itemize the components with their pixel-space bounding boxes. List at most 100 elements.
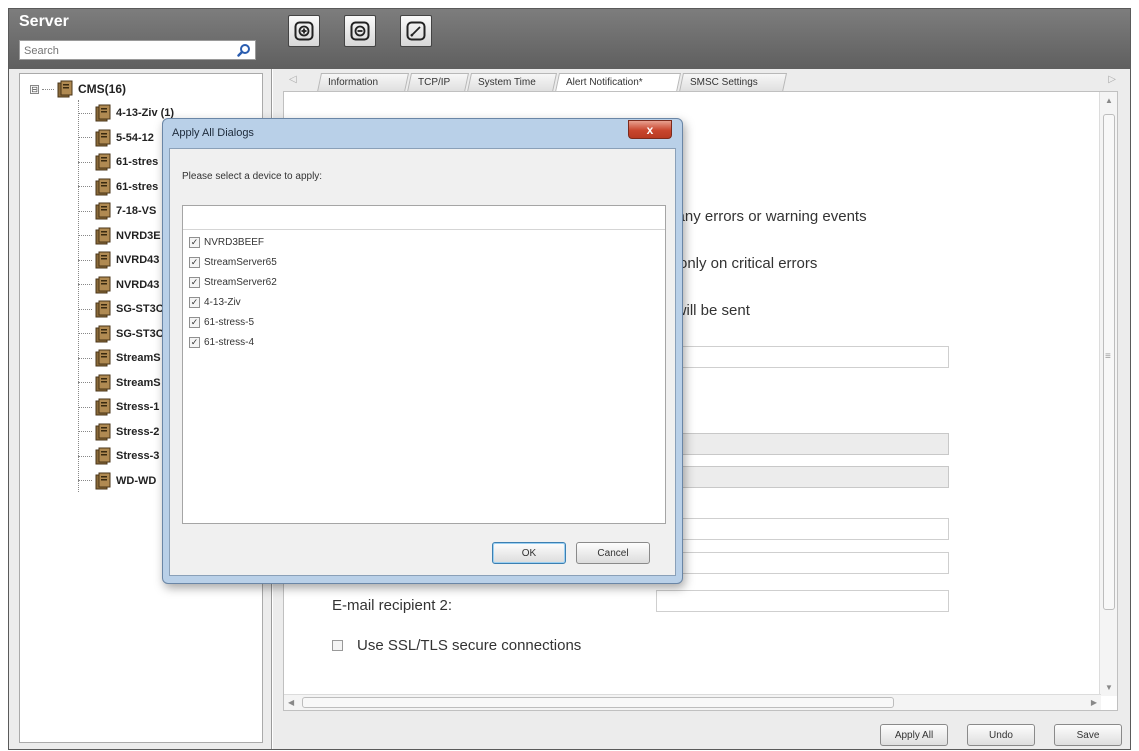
tree-item-label: SG-ST3C <box>116 327 164 340</box>
ssl-checkbox[interactable] <box>332 640 343 651</box>
tree-item-label: 5-54-12 <box>116 131 154 144</box>
server-device-icon <box>95 251 111 269</box>
device-checkbox[interactable]: ✓ <box>189 296 200 308</box>
server-device-icon <box>95 202 111 220</box>
tree-item-device[interactable]: Stress-1 <box>78 396 159 418</box>
apply-all-dialog: Apply All Dialogs x Please select a devi… <box>162 118 683 584</box>
tree-connector <box>78 431 92 432</box>
tree-item-device[interactable]: 61-stres <box>78 176 158 198</box>
dialog-body: Please select a device to apply: ✓ NVRD3B… <box>169 148 676 576</box>
device-list-item[interactable]: ✓ 4-13-Ziv <box>189 292 241 312</box>
smtp-username-field[interactable] <box>656 433 949 455</box>
server-device-icon <box>95 398 111 416</box>
cancel-button[interactable]: Cancel <box>576 542 650 564</box>
tree-item-label: 7-18-VS <box>116 205 157 217</box>
main-toolbar <box>272 9 1130 69</box>
tree-item-device[interactable]: NVRD43 <box>78 249 159 271</box>
tree-item-device[interactable]: WD-WD <box>78 470 156 492</box>
tree-item-device[interactable]: NVRD43 <box>78 274 159 296</box>
device-list-item[interactable]: ✓ NVRD3BEEF <box>189 232 264 252</box>
tree-item-device[interactable]: NVRD3E <box>78 225 161 247</box>
edit-device-button[interactable] <box>400 15 432 47</box>
dialog-close-button[interactable]: x <box>628 120 672 139</box>
apply-all-button[interactable]: Apply All <box>880 724 948 746</box>
device-select-list[interactable]: ✓ NVRD3BEEF ✓ StreamServer65 ✓ StreamServer62… <box>182 205 666 524</box>
tree-item-label: Stress-3 <box>116 450 160 462</box>
tree-connector <box>78 235 92 236</box>
server-device-icon <box>95 153 111 171</box>
email-recipient-1-field[interactable] <box>656 552 949 574</box>
server-device-icon <box>95 374 111 391</box>
device-list-header <box>183 206 665 230</box>
tab-alert-notification[interactable]: Alert Notification* <box>554 73 682 92</box>
tab-smsc-settings[interactable]: SMSC Settings <box>678 73 788 92</box>
scroll-down-icon[interactable]: ▼ <box>1105 683 1113 692</box>
device-checkbox[interactable]: ✓ <box>189 276 200 288</box>
tree-expander-icon[interactable]: ⊟ <box>30 84 39 94</box>
tree-connector <box>78 308 92 310</box>
tab-scroll-left-icon[interactable]: ◁ <box>289 74 297 85</box>
alert-option-critical-errors: ls only on critical errors <box>664 255 818 272</box>
device-name: 61-stress-5 <box>204 316 255 328</box>
device-list-item[interactable]: ✓ StreamServer65 <box>189 252 277 272</box>
horizontal-scrollbar[interactable]: ◀ ▶ <box>284 694 1101 710</box>
email-recipient-2-field[interactable] <box>656 590 949 612</box>
server-device-icon <box>95 300 111 318</box>
tree-item-device[interactable]: 5-54-12 <box>78 127 154 149</box>
device-name: 61-stress-4 <box>204 336 255 348</box>
tree-item-device[interactable]: StreamS <box>78 347 161 369</box>
tree-connector <box>78 406 92 408</box>
sender-email-field[interactable] <box>656 518 949 540</box>
tree-item-device[interactable]: SG-ST3C <box>78 298 164 320</box>
tree-item-label: NVRD43 <box>116 278 160 291</box>
ok-button[interactable]: OK <box>492 542 566 564</box>
tree-item-device[interactable]: 4-13-Ziv (1) <box>78 102 174 124</box>
tree-item-device[interactable]: 7-18-VS <box>78 200 156 222</box>
tree-item-label: 4-13-Ziv (1) <box>116 107 175 119</box>
tab-information[interactable]: Information <box>316 73 410 92</box>
tree-item-device[interactable]: 61-stres <box>78 151 158 173</box>
device-checkbox[interactable]: ✓ <box>189 336 200 348</box>
device-list-item[interactable]: ✓ StreamServer62 <box>189 272 277 292</box>
tree-item-device[interactable]: Stress-2 <box>78 421 159 443</box>
scroll-grip-icon: ≡ <box>1105 351 1111 362</box>
device-checkbox[interactable]: ✓ <box>189 256 200 268</box>
device-list-item[interactable]: ✓ 61-stress-4 <box>189 332 254 352</box>
tree-root-cms[interactable]: ⊟ CMS(16) <box>30 79 126 99</box>
undo-button[interactable]: Undo <box>967 724 1035 746</box>
tree-item-label: WD-WD <box>116 474 157 487</box>
tab-scroll-right-icon[interactable]: ▷ <box>1108 74 1116 85</box>
add-device-button[interactable] <box>288 15 320 47</box>
tree-item-device[interactable]: Stress-3 <box>78 445 159 467</box>
horizontal-scroll-thumb[interactable] <box>302 697 894 708</box>
device-checkbox[interactable]: ✓ <box>189 316 200 328</box>
tree-connector <box>78 455 92 457</box>
scroll-right-icon[interactable]: ▶ <box>1091 698 1097 707</box>
smtp-password-field[interactable] <box>656 466 949 488</box>
dialog-prompt: Please select a device to apply: <box>182 171 323 182</box>
search-icon[interactable] <box>237 43 251 57</box>
tree-connector <box>78 137 92 138</box>
search-input[interactable] <box>20 42 230 60</box>
scroll-left-icon[interactable]: ◀ <box>288 698 294 707</box>
tree-connector <box>78 333 92 334</box>
vertical-scroll-thumb[interactable]: ≡ <box>1103 114 1115 610</box>
tab-tcp-ip[interactable]: TCP/IP <box>406 73 470 92</box>
tree-item-device[interactable]: SG-ST3C <box>78 323 164 345</box>
tree-connector <box>78 112 92 114</box>
ssl-label: Use SSL/TLS secure connections <box>357 637 582 654</box>
remove-device-button[interactable] <box>344 15 376 47</box>
server-device-icon <box>95 423 111 440</box>
alert-option-all-errors: n any errors or warning events <box>664 208 867 225</box>
search-box[interactable] <box>19 40 256 60</box>
ssl-option[interactable]: Use SSL/TLS secure connections <box>332 637 581 654</box>
device-checkbox[interactable]: ✓ <box>189 236 200 248</box>
tree-connector <box>78 259 92 261</box>
scroll-up-icon[interactable]: ▲ <box>1105 96 1113 105</box>
tree-item-device[interactable]: StreamS <box>78 372 161 394</box>
tab-system-time[interactable]: System Time <box>466 73 558 92</box>
smtp-server-field[interactable]: 0.0 <box>656 346 949 368</box>
vertical-scrollbar[interactable]: ▲ ≡ ▼ <box>1099 92 1117 696</box>
save-button[interactable]: Save <box>1054 724 1122 746</box>
device-list-item[interactable]: ✓ 61-stress-5 <box>189 312 254 332</box>
